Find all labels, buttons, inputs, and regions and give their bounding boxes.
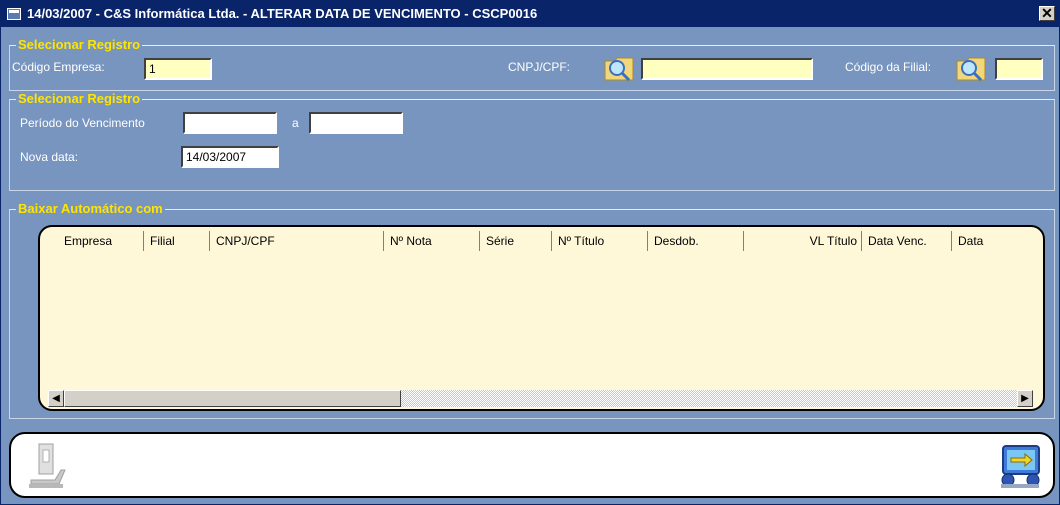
group-legend: Baixar Automático com (16, 201, 165, 216)
column-header[interactable]: Desdob. (648, 231, 744, 251)
scroll-left-icon[interactable]: ◀ (48, 390, 64, 407)
periodo-vencimento-label: Período do Vencimento (20, 116, 145, 130)
exit-icon[interactable] (995, 440, 1045, 492)
group-legend: Selecionar Registro (16, 37, 143, 52)
filial-search-icon[interactable] (955, 55, 989, 83)
codigo-filial-label: Código da Filial: (845, 60, 932, 74)
execute-icon[interactable] (25, 440, 75, 492)
main-window: 14/03/2007 - C&S Informática Ltda. - ALT… (0, 0, 1060, 505)
column-header[interactable]: Data (952, 231, 1002, 251)
cnpj-label: CNPJ/CPF: (508, 60, 571, 74)
scroll-right-icon[interactable]: ▶ (1017, 390, 1033, 407)
column-header[interactable]: Série (480, 231, 552, 251)
cnpj-input[interactable] (641, 58, 813, 80)
column-header[interactable]: CNPJ/CPF (210, 231, 384, 251)
app-icon (7, 8, 21, 20)
column-header[interactable]: Data Venc. (862, 231, 952, 251)
column-header[interactable]: VL Título (744, 231, 862, 251)
group-legend: Selecionar Registro (16, 91, 143, 106)
close-button[interactable]: ✕ (1039, 6, 1055, 21)
horizontal-scrollbar[interactable]: ◀ ▶ (48, 390, 1033, 407)
nova-data-input[interactable] (181, 146, 279, 168)
periodo-to-input[interactable] (309, 112, 403, 134)
nova-data-label: Nova data: (20, 150, 79, 164)
group-selecionar-registro-1: Selecionar Registro Código Empresa: CNPJ… (9, 38, 1055, 91)
group-selecionar-registro-2: Selecionar Registro Período do Venciment… (9, 92, 1055, 191)
footer-toolbar (9, 432, 1055, 498)
window-title: 14/03/2007 - C&S Informática Ltda. - ALT… (27, 6, 538, 21)
periodo-a-label: a (292, 116, 299, 130)
grid-header: Empresa Filial CNPJ/CPF Nº Nota Série Nº… (40, 231, 1002, 251)
title-bar: 14/03/2007 - C&S Informática Ltda. - ALT… (1, 1, 1059, 27)
codigo-filial-input[interactable] (995, 58, 1043, 80)
column-header[interactable]: Filial (144, 231, 210, 251)
scroll-thumb[interactable] (64, 390, 401, 407)
periodo-from-input[interactable] (183, 112, 277, 134)
codigo-empresa-input[interactable] (144, 58, 212, 80)
titles-grid[interactable]: Empresa Filial CNPJ/CPF Nº Nota Série Nº… (38, 225, 1045, 411)
column-header[interactable]: Nº Nota (384, 231, 480, 251)
codigo-empresa-label: Código Empresa: (12, 60, 105, 74)
cnpj-search-icon[interactable] (603, 55, 637, 83)
column-header[interactable]: Empresa (40, 231, 144, 251)
column-header[interactable]: Nº Título (552, 231, 648, 251)
